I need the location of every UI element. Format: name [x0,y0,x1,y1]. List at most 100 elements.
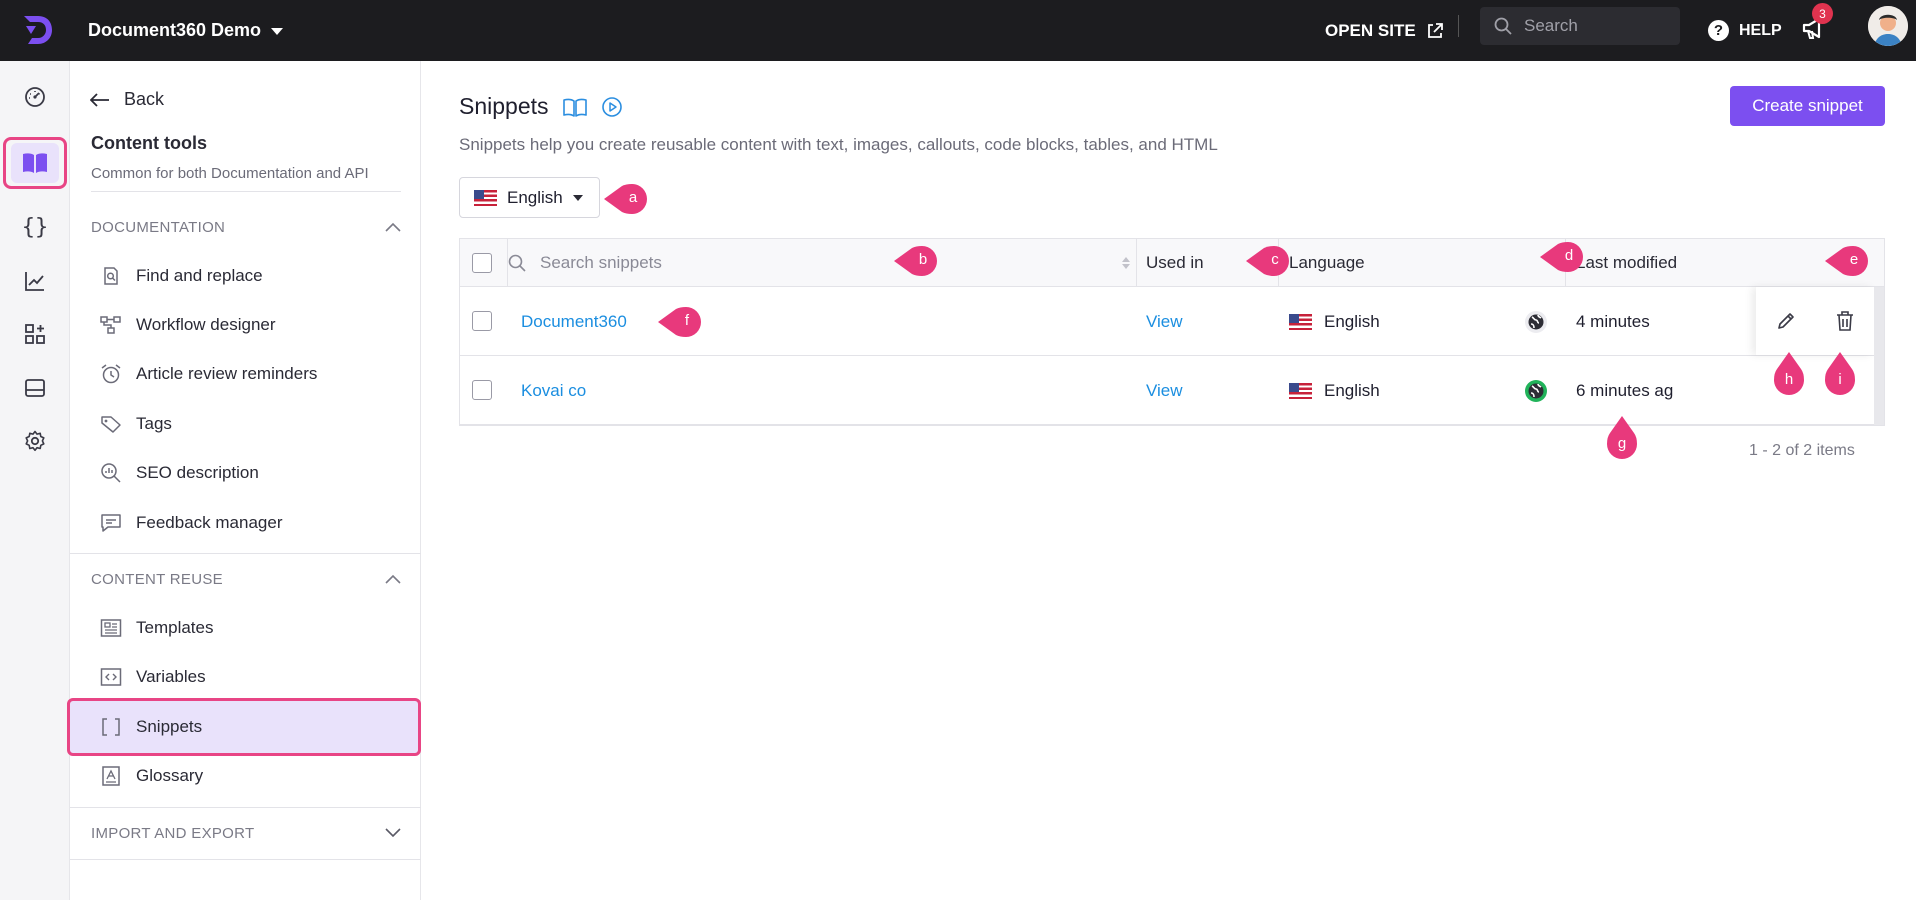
annotation-pin-f: f [656,306,702,338]
sidebar-item-label: Variables [136,667,206,686]
sort-icon[interactable] [1121,255,1131,271]
section-content-reuse-header[interactable]: CONTENT REUSE [91,569,401,589]
sidebar-item-label: Article review reminders [136,364,318,383]
variable-icon [100,666,122,688]
sidebar-item-label: Find and replace [136,266,263,285]
globe-status-icon [1525,380,1547,402]
chevron-up-icon [385,574,401,584]
page-description: Snippets help you create reusable conten… [459,135,1218,154]
section-divider [70,807,421,808]
help-button[interactable]: ? HELP [1708,0,1782,61]
column-header-last-modified[interactable]: Last modified [1576,239,1677,287]
sidebar-item-label: Tags [136,414,172,433]
sidebar-item-workflow-designer[interactable]: Workflow designer [100,314,276,336]
language-select-value: English [507,187,563,207]
row-checkbox[interactable] [472,380,492,400]
horizontal-scrollbar[interactable] [1874,287,1884,425]
sidebar-item-glossary[interactable]: Glossary [100,765,203,787]
sidebar-item-snippets[interactable]: Snippets [100,716,202,738]
column-header-language[interactable]: Language [1289,239,1365,287]
annotation-label: d [1564,247,1574,264]
annotation-label: e [1849,251,1859,268]
alarm-icon [100,363,122,385]
sidebar-item-tags[interactable]: Tags [100,413,172,435]
global-search-input[interactable]: Search [1480,7,1680,45]
section-import-export-label: IMPORT AND EXPORT [91,824,255,842]
section-content-reuse-label: CONTENT REUSE [91,570,223,588]
document360-logo-icon[interactable] [18,10,58,50]
sidebar-item-seo-description[interactable]: SEO description [100,462,259,484]
book-icon[interactable] [562,97,587,117]
section-import-export-header[interactable]: IMPORT AND EXPORT [91,823,401,843]
sidebar-subtitle: Common for both Documentation and API [91,165,369,182]
us-flag-icon [1289,314,1312,330]
workflow-icon [100,314,122,336]
sidebar-item-label: Snippets [136,717,203,736]
create-snippet-button[interactable]: Create snippet [1730,86,1885,126]
project-switcher[interactable]: Document360 Demo [88,0,284,61]
search-icon [1494,17,1512,35]
play-video-icon[interactable] [601,96,623,118]
rail-documentation[interactable] [3,137,67,189]
sidebar-item-label: Workflow designer [136,315,276,334]
last-modified-value: 4 minutes [1576,312,1650,331]
page-header: Snippets [459,93,623,120]
sidebar-divider [91,191,401,192]
annotation-label: c [1271,251,1279,268]
row-checkbox[interactable] [472,311,492,331]
snippet-name-link[interactable]: Document360 [521,288,627,356]
snippet-icon [100,716,122,738]
widgets-icon [25,379,45,397]
open-site-link[interactable]: OPEN SITE [1325,0,1444,61]
rail-settings[interactable] [15,421,55,461]
select-all-checkbox[interactable] [472,253,492,273]
sidebar-title: Content tools [91,133,207,153]
annotation-label: i [1838,371,1842,388]
edit-pencil-icon[interactable] [1775,310,1797,332]
delete-trash-icon[interactable] [1835,310,1855,332]
rail-dashboard[interactable] [15,77,55,117]
sidebar-item-variables[interactable]: Variables [100,666,206,688]
rail-widgets[interactable] [15,368,55,408]
globe-status-icon [1525,311,1547,333]
annotation-label: g [1617,435,1627,452]
annotation-pin-d: d [1538,241,1584,273]
user-avatar[interactable] [1868,6,1908,46]
language-select[interactable]: English [459,177,600,218]
annotation-pin-g: g [1605,416,1639,464]
last-modified-value: 6 minutes ag [1576,381,1674,400]
used-in-view-link[interactable]: View [1146,357,1183,425]
annotation-label: a [628,189,638,206]
section-documentation-header[interactable]: DOCUMENTATION [91,217,401,237]
chevron-down-icon [385,828,401,838]
seo-icon [100,462,122,484]
rail-api[interactable]: {} [15,207,55,247]
table-row: Kovai co View English 6 minutes ag [460,357,1884,425]
column-header-used-in[interactable]: Used in [1146,239,1204,287]
top-bar: Document360 Demo OPEN SITE Search ? HELP… [0,0,1916,61]
used-in-view-link[interactable]: View [1146,288,1183,356]
rail-analytics[interactable] [15,261,55,301]
language-label: English [1324,381,1380,400]
left-rail: {} [0,61,70,900]
annotation-pin-c: c [1244,245,1290,277]
search-snippets-input[interactable]: Search snippets [508,239,662,287]
section-documentation-label: DOCUMENTATION [91,218,226,236]
dashboard-icon [25,87,45,107]
annotation-label: f [684,312,690,329]
snippet-name-link[interactable]: Kovai co [521,357,586,425]
column-separator [1136,239,1137,287]
table-header: Search snippets Used in Language Last mo… [460,239,1884,287]
back-link[interactable]: Back [90,89,164,110]
rail-integrations[interactable] [15,314,55,354]
search-icon [508,254,526,272]
sidebar-item-templates[interactable]: Templates [100,617,213,639]
sidebar-item-article-review-reminders[interactable]: Article review reminders [100,363,317,385]
chevron-down-icon [271,28,284,35]
sidebar-item-find-and-replace[interactable]: Find and replace [100,265,263,287]
sidebar-item-label: Glossary [136,766,204,785]
sidebar-item-feedback-manager[interactable]: Feedback manager [100,512,282,534]
notification-badge: 3 [1812,3,1833,24]
us-flag-icon [1289,383,1312,399]
annotation-pin-h: h [1772,352,1806,400]
